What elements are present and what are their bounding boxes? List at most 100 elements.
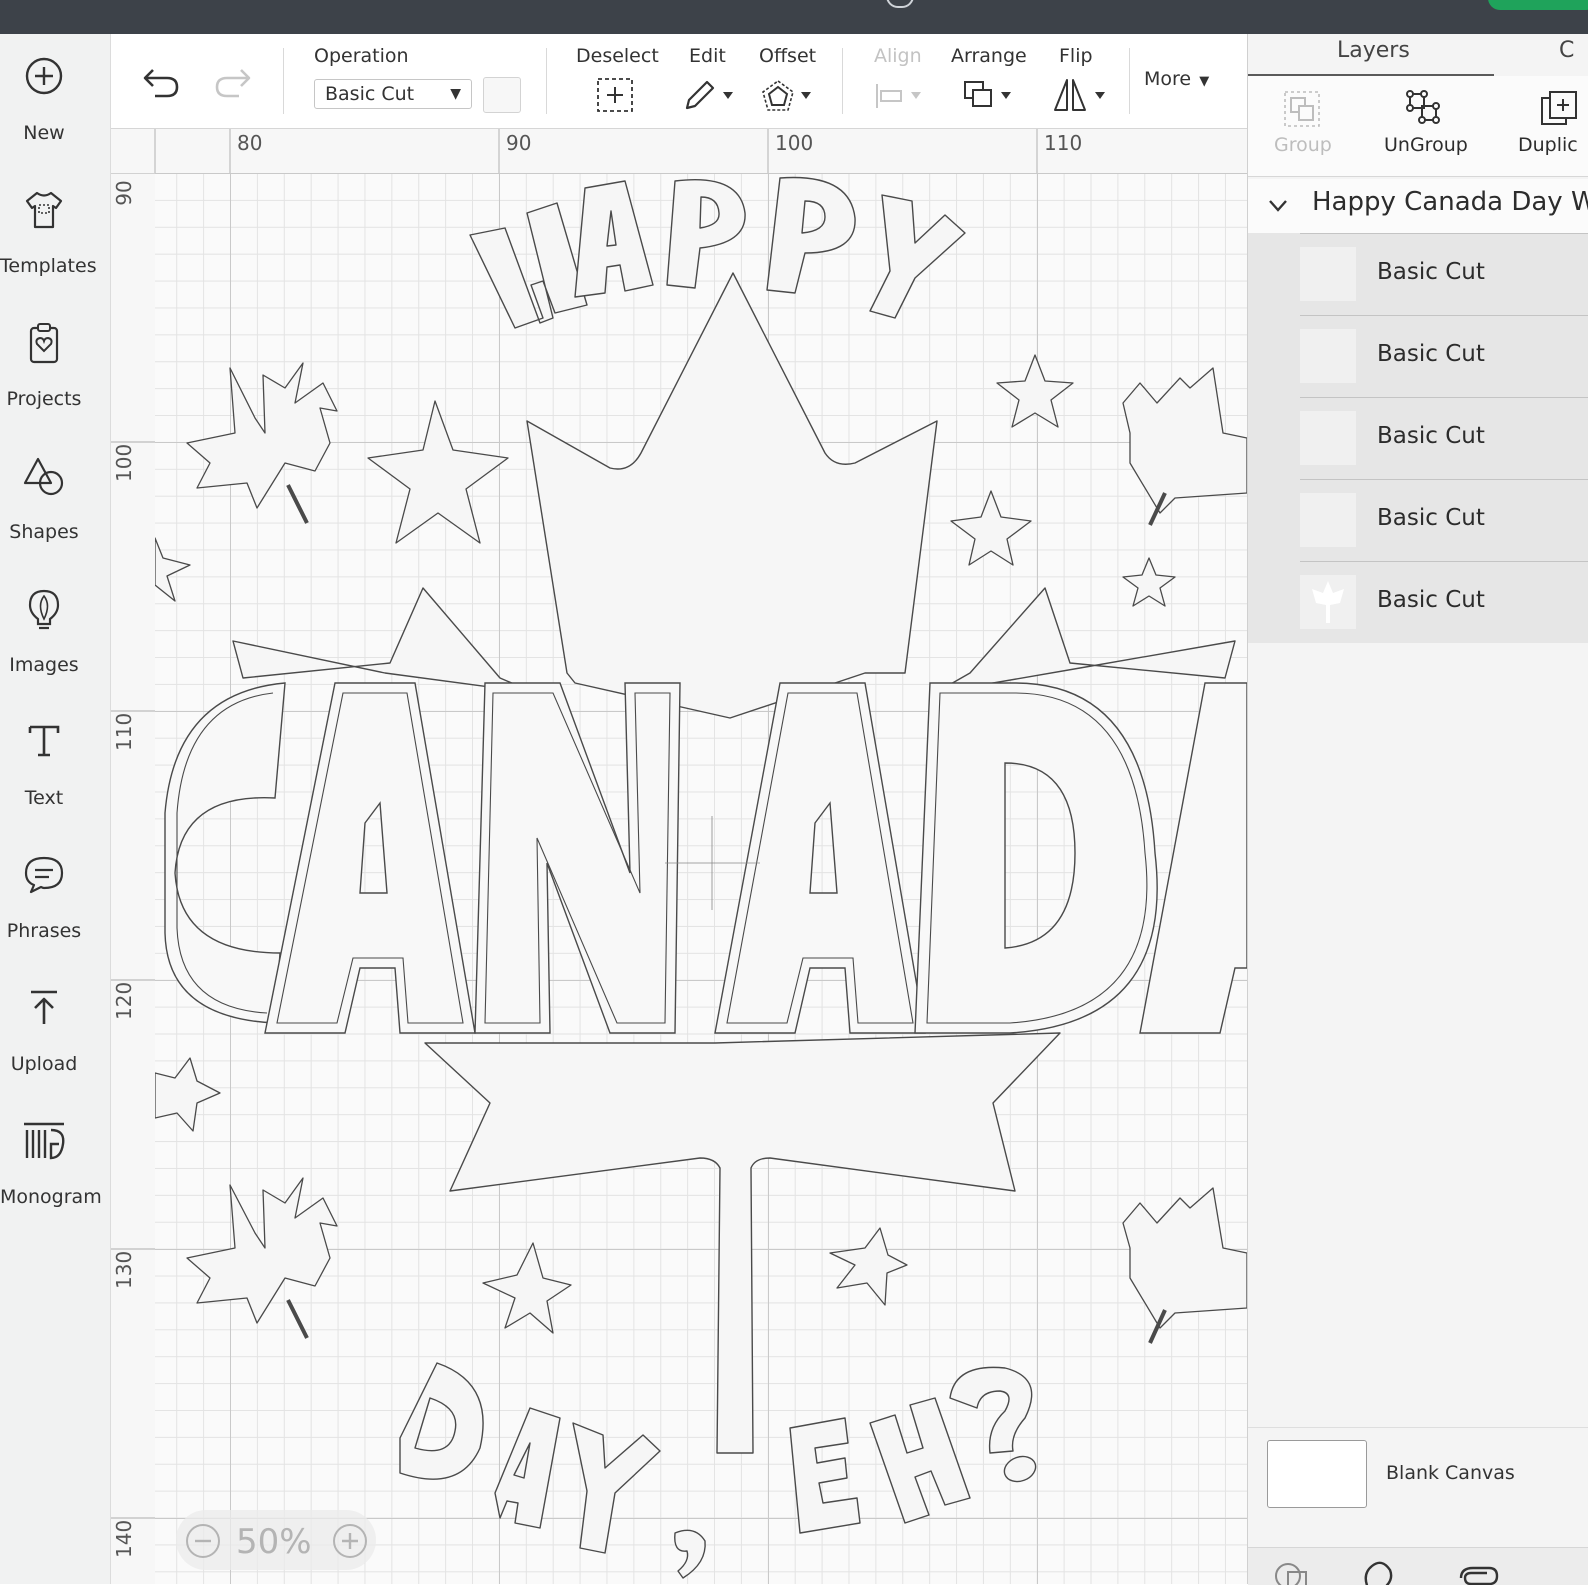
canada-day-design[interactable]: [155, 173, 1247, 1584]
zoom-out-icon[interactable]: [184, 1522, 222, 1560]
left-sidebar: New Templates Projects Shapes Images Tex…: [0, 34, 111, 1584]
ruler-label: 130: [112, 1250, 136, 1289]
small-maple-leaf: [1122, 1187, 1247, 1329]
letter-d: [914, 682, 1158, 1034]
group-icon[interactable]: [1283, 90, 1321, 128]
layer-thumbnail: [1300, 329, 1356, 383]
ungroup-label: UnGroup: [1384, 134, 1468, 156]
maple-leaf-side-right: [934, 587, 1236, 694]
tab-layers[interactable]: Layers: [1337, 38, 1410, 63]
flip-icon[interactable]: [1053, 76, 1109, 114]
operation-value: Basic Cut: [325, 83, 415, 105]
nav-label: Projects: [6, 388, 82, 410]
small-maple-leaf: [186, 1177, 338, 1324]
more-button[interactable]: More ▼: [1144, 68, 1209, 90]
layer-label: Basic Cut: [1377, 341, 1485, 367]
nav-images[interactable]: Images: [0, 588, 110, 708]
letter-d-day: [399, 1362, 484, 1480]
layer-actions: Group UnGroup Duplic: [1248, 76, 1588, 177]
deselect-icon[interactable]: [596, 77, 634, 113]
blank-canvas-row[interactable]: Blank Canvas: [1248, 1427, 1588, 1528]
nav-label: Templates: [0, 255, 97, 277]
nav-label: New: [23, 122, 65, 144]
letter-h-eh: [869, 1397, 971, 1524]
layer-row[interactable]: Basic Cut: [1248, 561, 1588, 643]
nav-phrases[interactable]: Phrases: [0, 854, 110, 974]
ruler-label: 110: [112, 712, 136, 751]
layer-group-row[interactable]: Happy Canada Day W: [1248, 179, 1588, 237]
toolbar-divider: [842, 48, 843, 114]
divider: [1300, 397, 1588, 398]
deselect-label: Deselect: [576, 45, 659, 67]
clipboard-heart-icon: [29, 323, 59, 364]
ruler-label: 100: [112, 443, 136, 482]
nav-shapes[interactable]: Shapes: [0, 455, 110, 575]
comma: [674, 1529, 706, 1579]
letter-y-day: [572, 1422, 661, 1554]
shapes-icon: [23, 457, 64, 496]
operation-label: Operation: [314, 45, 409, 67]
ruler-label: 110: [1044, 131, 1083, 155]
attach-icon[interactable]: [1455, 1562, 1499, 1585]
make-it-button[interactable]: [1488, 0, 1588, 10]
nav-text[interactable]: Text: [0, 721, 110, 841]
redo-icon[interactable]: [213, 66, 253, 100]
star: [367, 400, 509, 544]
duplicate-icon[interactable]: [1540, 90, 1580, 128]
star: [996, 354, 1074, 428]
layer-label: Basic Cut: [1377, 259, 1485, 285]
letter-a-day: [494, 1407, 561, 1529]
tab-color-sync[interactable]: C: [1559, 38, 1574, 63]
big-maple-leaf: [526, 272, 938, 719]
nav-projects[interactable]: Projects: [0, 322, 110, 442]
letter-a-happy: [574, 180, 654, 298]
ruler-label: 90: [506, 131, 532, 155]
layer-thumbnail: [1300, 411, 1356, 465]
toolbar-divider: [1129, 48, 1130, 114]
text-t-icon: [28, 725, 60, 757]
nav-monogram[interactable]: Monogram: [0, 1120, 110, 1240]
arrange-icon[interactable]: [963, 78, 1019, 114]
layer-row[interactable]: Basic Cut: [1248, 397, 1588, 479]
star: [950, 490, 1032, 566]
nav-new[interactable]: New: [0, 56, 110, 176]
question-mark: [949, 1366, 1033, 1454]
maple-leaf-icon: [1312, 581, 1344, 623]
nav-label: Upload: [10, 1053, 78, 1075]
ungroup-icon[interactable]: [1404, 88, 1444, 128]
operation-select[interactable]: Basic Cut ▼: [314, 79, 472, 109]
layer-thumbnail: [1300, 247, 1356, 301]
edit-pencil-icon[interactable]: [683, 78, 739, 112]
letter-n: [474, 682, 681, 1034]
upload-arrow-icon: [31, 990, 57, 1024]
design-canvas[interactable]: 50%: [155, 173, 1247, 1584]
letter-p-2: [766, 176, 856, 294]
divider: [1300, 479, 1588, 480]
weld-icon[interactable]: [1360, 1560, 1396, 1585]
blank-canvas-label: Blank Canvas: [1386, 1462, 1515, 1484]
layer-row[interactable]: Basic Cut: [1248, 315, 1588, 397]
offset-icon[interactable]: [761, 78, 817, 114]
chevron-down-icon[interactable]: [1268, 199, 1288, 213]
layer-row[interactable]: Basic Cut: [1248, 233, 1588, 315]
operation-color-swatch[interactable]: [483, 77, 521, 113]
ruler-label: 100: [775, 131, 814, 155]
align-icon[interactable]: [873, 82, 927, 110]
zoom-level: 50%: [236, 1522, 312, 1562]
divider: [1300, 315, 1588, 316]
layer-row[interactable]: Basic Cut: [1248, 479, 1588, 561]
nav-templates[interactable]: Templates: [0, 189, 110, 309]
nav-upload[interactable]: Upload: [0, 987, 110, 1107]
ruler-label: 90: [112, 180, 136, 206]
question-dot: [1003, 1455, 1037, 1483]
left-ruler: 90 100 110 120 130 140: [111, 173, 156, 1584]
offset-label: Offset: [759, 45, 817, 67]
speech-bubble-icon: [24, 856, 64, 894]
slice-icon[interactable]: [1274, 1562, 1310, 1585]
flip-label: Flip: [1059, 45, 1093, 67]
logo-icon: [886, 0, 914, 8]
undo-icon[interactable]: [141, 66, 181, 100]
blank-canvas-swatch[interactable]: [1267, 1440, 1367, 1508]
letter-a-1: [264, 682, 476, 1034]
zoom-in-icon[interactable]: [331, 1522, 369, 1560]
